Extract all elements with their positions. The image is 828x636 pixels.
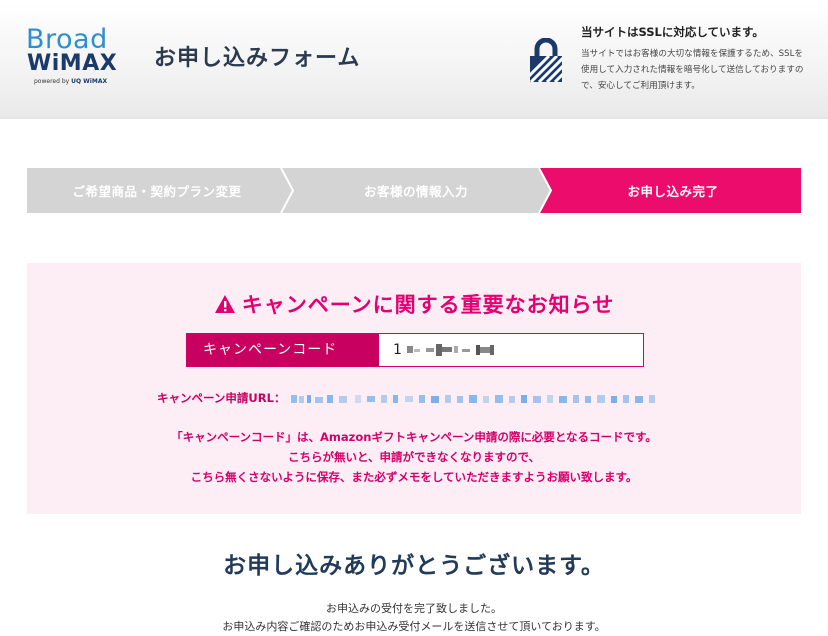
thanks-heading: お申し込みありがとうございます。 xyxy=(223,553,605,579)
notice-line-1: 「キャンペーンコード」は、Amazonギフトキャンペーン申請の際に必要となるコー… xyxy=(171,430,657,444)
broad-wimax-logo[interactable]: Broad WiMAX powered by UQ WiMAX xyxy=(26,26,126,90)
notice-title-text: キャンペーンに関する重要なお知らせ xyxy=(241,293,615,317)
campaign-code-label: キャンペーンコード xyxy=(187,334,379,366)
completion-line-2: お申込み内容ご確認のためお申込み受付メールを送信させて頂いております。 xyxy=(222,620,606,633)
warning-icon xyxy=(214,295,235,313)
lock-icon xyxy=(530,38,562,82)
campaign-code-box: キャンペーンコード 1 xyxy=(186,333,644,367)
progress-steps: ご希望商品・契約プラン変更 お客様の情報入力 お申し込み完了 xyxy=(27,168,801,213)
ssl-description: 当サイトではお客様の大切な情報を保護するため、SSLを使用して入力された情報を暗… xyxy=(581,49,804,91)
logo-line2: WiMAX xyxy=(27,51,118,76)
step-separator-icon xyxy=(537,168,553,213)
campaign-url-label: キャンペーン申請URL： xyxy=(157,391,286,405)
code-prefix: 1 xyxy=(393,342,402,358)
step-label: ご希望商品・契約プラン変更 xyxy=(72,184,242,199)
logo-powered-by: powered by UQ WiMAX xyxy=(34,78,107,85)
notice-title: キャンペーンに関する重要なお知らせ xyxy=(27,289,801,319)
completion-line-1: お申込みの受付を完了致しました。 xyxy=(326,602,502,615)
site-header: Broad WiMAX powered by UQ WiMAX お申し込みフォー… xyxy=(0,0,828,119)
step-label: お申し込み完了 xyxy=(627,184,719,199)
campaign-url-line: キャンペーン申請URL： xyxy=(157,390,661,406)
powered-prefix: powered by xyxy=(34,78,70,85)
notice-line-2: こちらが無いと、申請ができなくなりますので、 xyxy=(287,450,541,464)
blurred-url-mosaic[interactable] xyxy=(289,393,661,405)
page-title: お申し込みフォーム xyxy=(154,46,361,71)
step-label: お客様の情報入力 xyxy=(363,184,468,199)
ssl-title: 当サイトはSSLに対応しています。 xyxy=(581,25,764,39)
step-separator-icon xyxy=(280,168,295,213)
campaign-code-value[interactable]: 1 xyxy=(393,334,502,366)
blurred-code-mosaic xyxy=(407,344,495,356)
completion-message: お申込みの受付を完了致しました。 お申込み内容ご確認のためお申込み受付メールを送… xyxy=(0,600,828,636)
step-customer-info: お客様の情報入力 xyxy=(287,168,545,213)
logo-line1: Broad xyxy=(26,24,108,55)
notice-line-3: こちら無くさないように保存、また必ずメモをしていただきますようお願い致します。 xyxy=(190,470,638,484)
campaign-notice: キャンペーンに関する重要なお知らせ キャンペーンコード 1 キャンペーン申請UR… xyxy=(27,263,801,514)
powered-brand: UQ WiMAX xyxy=(71,78,108,85)
notice-message: 「キャンペーンコード」は、Amazonギフトキャンペーン申請の際に必要となるコー… xyxy=(27,427,801,487)
step-complete: お申し込み完了 xyxy=(545,168,801,213)
step-plan-change: ご希望商品・契約プラン変更 xyxy=(27,168,287,213)
